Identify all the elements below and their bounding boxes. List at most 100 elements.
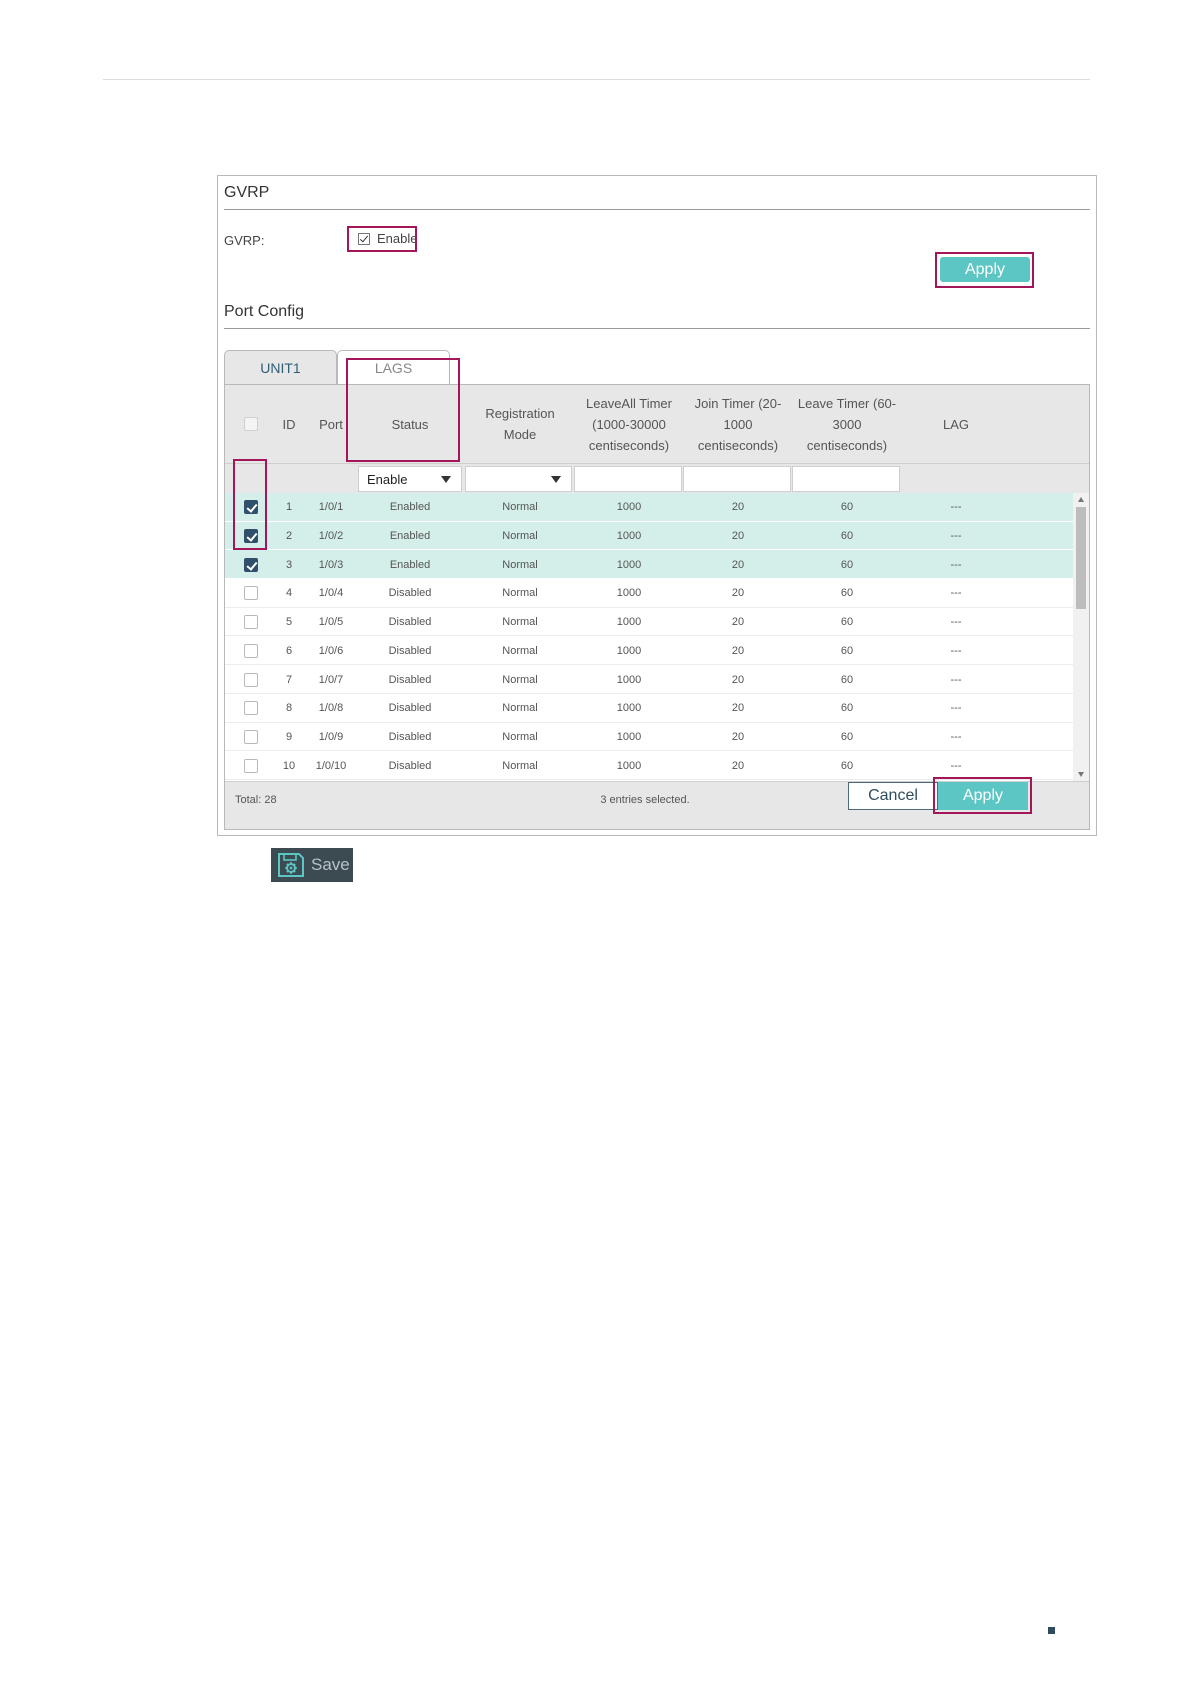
cell-leave-timer: 60 xyxy=(840,644,854,657)
col-header-lag: LAG xyxy=(942,416,969,432)
cell-lag: --- xyxy=(950,587,962,600)
cell-registration-mode: Normal xyxy=(502,673,538,686)
cell-leaveall-timer: 1000 xyxy=(616,730,642,743)
highlight-gvrp-apply xyxy=(935,252,1034,288)
table-row[interactable]: 2 1/0/2 Enabled Normal 1000 20 60 --- xyxy=(225,521,1073,551)
cell-registration-mode: Normal xyxy=(502,587,538,600)
cell-leaveall-timer: 1000 xyxy=(616,673,642,686)
cell-join-timer: 20 xyxy=(731,673,745,686)
table-row[interactable]: 4 1/0/4 Disabled Normal 1000 20 60 --- xyxy=(225,579,1073,608)
cell-leave-timer: 60 xyxy=(840,702,854,715)
cell-lag: --- xyxy=(950,673,962,686)
cell-join-timer: 20 xyxy=(731,558,745,571)
cell-status: Enabled xyxy=(389,530,431,543)
cell-leaveall-timer: 1000 xyxy=(616,501,642,514)
row-checkbox[interactable] xyxy=(244,643,258,658)
row-checkbox[interactable] xyxy=(244,557,258,572)
cell-select xyxy=(233,694,269,723)
cell-id: 10 xyxy=(282,759,296,772)
cell-registration-mode: Normal xyxy=(502,530,538,543)
cell-id: 9 xyxy=(285,730,293,743)
table-row[interactable]: 1 1/0/1 Enabled Normal 1000 20 60 --- xyxy=(225,493,1073,522)
col-header-leaveall-timer: LeaveAll Timer (1000-30000 centiseconds) xyxy=(586,395,672,453)
cell-port: 1/0/7 xyxy=(318,673,344,686)
cell-port: 1/0/8 xyxy=(318,702,344,715)
cell-select xyxy=(233,665,269,694)
cell-lag: --- xyxy=(950,644,962,657)
gvrp-field-label: GVRP: xyxy=(224,233,265,248)
registration-mode-filter-select[interactable] xyxy=(465,466,572,492)
tab-unit1[interactable]: UNIT1 xyxy=(224,350,337,385)
cell-leave-timer: 60 xyxy=(840,759,854,772)
cell-lag: --- xyxy=(950,501,962,514)
cell-lag: --- xyxy=(950,702,962,715)
row-checkbox[interactable] xyxy=(244,586,258,601)
cell-registration-mode: Normal xyxy=(502,558,538,571)
row-checkbox[interactable] xyxy=(244,729,258,744)
row-checkbox[interactable] xyxy=(244,701,258,716)
select-all-checkbox[interactable] xyxy=(244,417,258,431)
cell-leave-timer: 60 xyxy=(840,501,854,514)
gvrp-config-panel: GVRP GVRP: Enable Apply Port Config UNIT… xyxy=(217,175,1097,836)
cell-leave-timer: 60 xyxy=(840,673,854,686)
cell-leaveall-timer: 1000 xyxy=(616,558,642,571)
chevron-down-icon[interactable] xyxy=(441,476,451,483)
chevron-down-icon[interactable] xyxy=(551,476,561,483)
cell-status: Disabled xyxy=(388,759,432,772)
cell-port: 1/0/6 xyxy=(318,644,344,657)
cell-select xyxy=(233,579,269,608)
table-row[interactable]: 6 1/0/6 Disabled Normal 1000 20 60 --- xyxy=(225,637,1073,666)
cell-port: 1/0/2 xyxy=(318,530,344,543)
join-timer-filter-input[interactable] xyxy=(683,466,791,492)
cell-leaveall-timer: 1000 xyxy=(616,644,642,657)
table-row[interactable]: 8 1/0/8 Disabled Normal 1000 20 60 --- xyxy=(225,694,1073,723)
cell-port: 1/0/3 xyxy=(318,558,344,571)
row-checkbox[interactable] xyxy=(244,615,258,630)
table-row[interactable]: 9 1/0/9 Disabled Normal 1000 20 60 --- xyxy=(225,723,1073,752)
cell-select xyxy=(233,751,269,780)
row-checkbox[interactable] xyxy=(244,672,258,687)
cell-leave-timer: 60 xyxy=(840,730,854,743)
scrollbar-thumb[interactable] xyxy=(1076,507,1086,609)
status-filter-select[interactable]: Enable xyxy=(358,466,462,492)
cell-join-timer: 20 xyxy=(731,730,745,743)
cell-status: Disabled xyxy=(388,644,432,657)
cell-registration-mode: Normal xyxy=(502,759,538,772)
row-checkbox[interactable] xyxy=(244,758,258,773)
scroll-up-icon[interactable] xyxy=(1078,497,1084,502)
table-row[interactable]: 10 1/0/10 Disabled Normal 1000 20 60 --- xyxy=(225,751,1073,780)
save-gear-icon xyxy=(278,853,304,877)
cell-registration-mode: Normal xyxy=(502,702,538,715)
cell-port: 1/0/10 xyxy=(315,759,347,772)
cell-id: 3 xyxy=(285,558,293,571)
cancel-button[interactable]: Cancel xyxy=(848,782,938,810)
cell-lag: --- xyxy=(950,530,962,543)
cell-select xyxy=(233,637,269,666)
table-row[interactable]: 7 1/0/7 Disabled Normal 1000 20 60 --- xyxy=(225,665,1073,694)
cell-join-timer: 20 xyxy=(731,587,745,600)
save-label: Save xyxy=(311,855,350,874)
leaveall-timer-filter-input[interactable] xyxy=(574,466,682,492)
cell-join-timer: 20 xyxy=(731,702,745,715)
cell-join-timer: 20 xyxy=(731,759,745,772)
cell-status: Disabled xyxy=(388,702,432,715)
total-count: Total: 28 xyxy=(235,794,277,806)
cell-id: 5 xyxy=(285,616,293,629)
cell-id: 7 xyxy=(285,673,293,686)
cell-leave-timer: 60 xyxy=(840,530,854,543)
cell-status: Disabled xyxy=(388,673,432,686)
gvrp-section-title: GVRP xyxy=(224,184,270,201)
table-scrollbar[interactable] xyxy=(1073,493,1089,781)
table-row[interactable]: 3 1/0/3 Enabled Normal 1000 20 60 --- xyxy=(225,550,1073,580)
cell-join-timer: 20 xyxy=(731,644,745,657)
scroll-down-icon[interactable] xyxy=(1078,772,1084,777)
table-row[interactable]: 5 1/0/5 Disabled Normal 1000 20 60 --- xyxy=(225,608,1073,637)
cell-leave-timer: 60 xyxy=(840,616,854,629)
save-button[interactable]: Save xyxy=(271,848,353,882)
cell-id: 6 xyxy=(285,644,293,657)
cell-id: 8 xyxy=(285,702,293,715)
cell-status: Disabled xyxy=(388,616,432,629)
cell-status: Disabled xyxy=(388,730,432,743)
col-header-leave-timer: Leave Timer (60-3000 centiseconds) xyxy=(797,395,897,453)
leave-timer-filter-input[interactable] xyxy=(792,466,900,492)
